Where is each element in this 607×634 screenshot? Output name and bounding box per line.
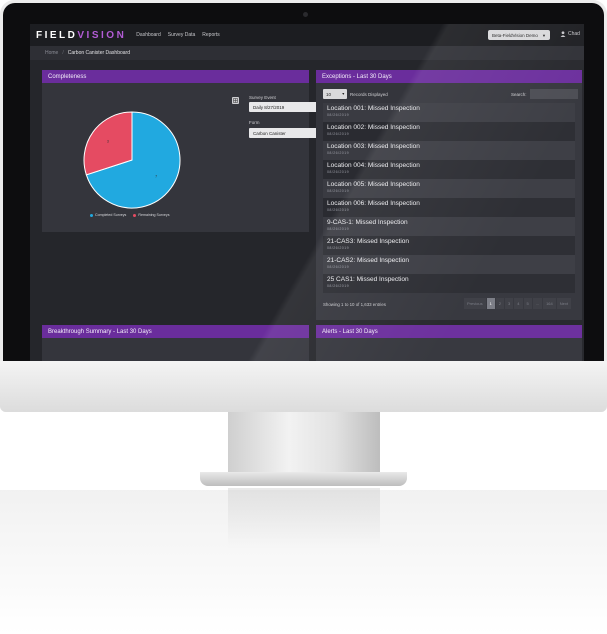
- exception-row[interactable]: 9-CAS-1: Missed Inspection 08/26/2019: [323, 217, 575, 236]
- exception-title: Location 003: Missed Inspection: [327, 143, 420, 150]
- exception-row[interactable]: Location 004: Missed Inspection 08/26/201…: [323, 160, 575, 179]
- fieldvision-logo[interactable]: FIELDVISION: [36, 30, 126, 41]
- pager-3[interactable]: 3: [505, 298, 514, 309]
- alerts-panel: Alerts - Last 30 Days: [316, 325, 582, 362]
- exception-title: 25 CAS1: Missed Inspection: [327, 276, 409, 283]
- export-button[interactable]: [232, 97, 239, 104]
- nav-reports[interactable]: Reports: [202, 32, 220, 38]
- pie-slice-label: 7: [155, 174, 157, 178]
- exceptions-list: Location 001: Missed Inspection 08/26/201…: [323, 103, 575, 293]
- exception-row[interactable]: Location 005: Missed Inspection 08/26/201…: [323, 179, 575, 198]
- exception-row[interactable]: 25 CAS1: Missed Inspection 08/26/2019: [323, 274, 575, 293]
- breadcrumb-separator: /: [62, 50, 64, 56]
- alerts-title: Alerts - Last 30 Days: [316, 325, 582, 338]
- exception-row[interactable]: Location 001: Missed Inspection 08/26/201…: [323, 103, 575, 122]
- form-label: Form: [249, 120, 260, 125]
- exception-title: Location 006: Missed Inspection: [327, 200, 420, 207]
- exception-title: Location 001: Missed Inspection: [327, 105, 420, 112]
- breadcrumb-home[interactable]: Home: [45, 50, 58, 56]
- breakthrough-title: Breakthrough Summary - Last 30 Days: [42, 325, 309, 338]
- exception-date: 08/26/2019: [327, 189, 349, 193]
- chevron-down-icon: ▼: [341, 92, 345, 96]
- exception-title: 9-CAS-1: Missed Inspection: [327, 219, 408, 226]
- page-size-value: 10: [326, 91, 332, 97]
- breakthrough-panel: Breakthrough Summary - Last 30 Days: [42, 325, 309, 362]
- legend-swatch-completed: [90, 213, 93, 217]
- exception-row[interactable]: 21-CAS2: Missed Inspection 08/26/2019: [323, 255, 575, 274]
- exception-date: 08/26/2019: [327, 227, 349, 231]
- exceptions-panel: Exceptions - Last 30 Days 10 ▼ Records D…: [316, 70, 582, 320]
- user-name: Chad: [568, 31, 580, 37]
- pie-legend: Completed Surveys Remaining Surveys: [90, 213, 177, 217]
- pager-4[interactable]: 4: [514, 298, 523, 309]
- screen-bezel: FIELDVISION Dashboard Survey Data Report…: [3, 3, 604, 362]
- monitor-stand-base: [200, 472, 407, 486]
- chevron-down-icon: ▼: [541, 32, 546, 38]
- user-icon: [560, 31, 566, 37]
- imac-monitor: FIELDVISION Dashboard Survey Data Report…: [0, 0, 607, 412]
- exception-title: 21-CAS2: Missed Inspection: [327, 257, 410, 264]
- nav-survey-data[interactable]: Survey Data: [168, 32, 196, 38]
- camera-icon: [303, 12, 308, 17]
- nav-dashboard[interactable]: Dashboard: [136, 32, 160, 38]
- pagination: Previous 1 2 3 4 5... 164 Next: [464, 298, 572, 309]
- entries-info: Showing 1 to 10 of 1,633 entries: [323, 302, 386, 307]
- environment-dropdown[interactable]: Beta-FieldVision Demo ▼: [488, 30, 550, 40]
- legend-remaining[interactable]: Remaining Surveys: [133, 213, 170, 217]
- exception-date: 08/26/2019: [327, 284, 349, 288]
- exception-row[interactable]: Location 002: Missed Inspection 08/26/201…: [323, 122, 575, 141]
- pager-next[interactable]: Next: [556, 298, 571, 309]
- pager-164[interactable]: 164: [543, 298, 556, 309]
- pager-2[interactable]: 2: [495, 298, 505, 309]
- exception-row[interactable]: Location 003: Missed Inspection 08/26/201…: [323, 141, 575, 160]
- monitor-stand-neck: [228, 412, 380, 474]
- pie-slice-label: 3: [107, 140, 109, 144]
- exception-date: 08/26/2019: [327, 265, 349, 269]
- grid-icon: [233, 98, 238, 103]
- records-displayed-label: Records Displayed: [350, 92, 388, 97]
- search-input[interactable]: [530, 89, 578, 99]
- exception-date: 08/26/2019: [327, 113, 349, 117]
- exception-date: 08/26/2019: [327, 170, 349, 174]
- pager-previous[interactable]: Previous: [464, 298, 486, 309]
- main-nav: Dashboard Survey Data Reports: [136, 32, 227, 38]
- survey-event-label: Survey Event: [249, 95, 276, 100]
- exception-date: 08/26/2019: [327, 132, 349, 136]
- exceptions-title: Exceptions - Last 30 Days: [316, 70, 582, 83]
- stand-reflection: [228, 488, 380, 548]
- completeness-panel: Completeness 73 Completed Surveys Remain…: [42, 70, 329, 232]
- page-size-select[interactable]: 10 ▼: [323, 89, 347, 99]
- exceptions-controls: 10 ▼ Records Displayed Search:: [323, 89, 578, 99]
- completeness-title: Completeness: [42, 70, 309, 83]
- monitor-chin: [0, 361, 607, 412]
- legend-label-remaining: Remaining Surveys: [138, 213, 170, 217]
- exception-date: 08/26/2019: [327, 246, 349, 250]
- pager-1[interactable]: 1: [486, 298, 495, 309]
- pager-5[interactable]: 5: [523, 298, 532, 309]
- exception-title: 21-CAS3: Missed Inspection: [327, 238, 410, 245]
- exception-row[interactable]: Location 006: Missed Inspection 08/26/201…: [323, 198, 575, 217]
- legend-completed[interactable]: Completed Surveys: [90, 213, 126, 217]
- user-menu[interactable]: Chad: [560, 31, 580, 37]
- breadcrumb-current: Carbon Canister Dashboard: [67, 50, 130, 56]
- top-navbar: FIELDVISION Dashboard Survey Data Report…: [30, 24, 584, 46]
- completeness-pie-chart: 73: [83, 111, 181, 209]
- exception-title: Location 005: Missed Inspection: [327, 181, 420, 188]
- exception-date: 08/26/2019: [327, 151, 349, 155]
- legend-label-completed: Completed Surveys: [95, 213, 127, 217]
- pager-ellipsis: ...: [532, 298, 543, 309]
- search-label: Search:: [511, 92, 527, 97]
- breadcrumb: Home / Carbon Canister Dashboard: [30, 46, 584, 60]
- survey-event-value: Daily 8/27/2019: [253, 104, 285, 110]
- exception-title: Location 004: Missed Inspection: [327, 162, 420, 169]
- environment-label: Beta-FieldVision Demo: [492, 32, 538, 38]
- legend-swatch-remaining: [133, 213, 137, 217]
- form-value: Carbon Canister: [253, 130, 286, 136]
- app-screen: FIELDVISION Dashboard Survey Data Report…: [30, 24, 584, 362]
- exception-row[interactable]: 21-CAS3: Missed Inspection 08/26/2019: [323, 236, 575, 255]
- exception-date: 08/26/2019: [327, 208, 349, 212]
- exception-title: Location 002: Missed Inspection: [327, 124, 420, 131]
